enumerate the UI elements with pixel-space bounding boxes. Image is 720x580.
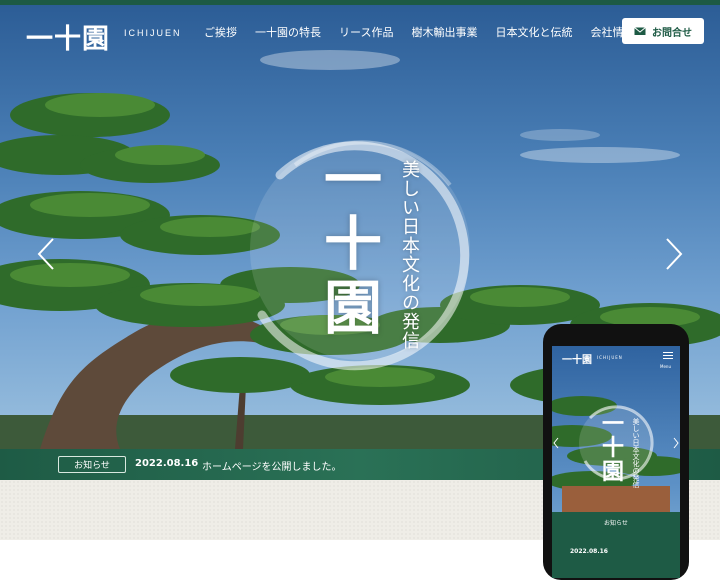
phone-menu-label[interactable]: Menu bbox=[660, 364, 671, 369]
phone-screen: 一十園 ICHIJUEN Menu 一 十 園 美しい日本文化の発信 お知らせ … bbox=[552, 346, 680, 578]
site-header: 一十園 ICHIJUEN ご挨拶 一十園の特長 リース作品 樹木輸出事業 日本文… bbox=[0, 5, 720, 59]
phone-hero-tagline: 美しい日本文化の発信 bbox=[632, 418, 640, 488]
hero-tagline: 美しい日本文化の発信 bbox=[399, 160, 420, 350]
contact-button-label: お問合せ bbox=[652, 27, 692, 39]
phone-logo[interactable]: 一十園 bbox=[562, 351, 592, 366]
phone-news-date: 2022.08.16 bbox=[570, 548, 608, 555]
mail-icon bbox=[634, 27, 646, 35]
hamburger-menu-icon[interactable] bbox=[663, 352, 673, 360]
phone-logo-roman: ICHIJUEN bbox=[597, 355, 623, 360]
nav-item-greeting[interactable]: ご挨拶 bbox=[204, 24, 237, 40]
next-slide-arrow-icon[interactable] bbox=[664, 237, 684, 271]
news-badge[interactable]: お知らせ bbox=[58, 456, 126, 473]
phone-hero-title: 一 十 園 bbox=[598, 412, 628, 484]
nav-item-tree-export[interactable]: 樹木輸出事業 bbox=[411, 24, 477, 40]
hero-title-text: 一 十 園 bbox=[323, 146, 382, 342]
phone-hero-title-text: 一 十 園 bbox=[601, 411, 624, 485]
site-logo-roman: ICHIJUEN bbox=[124, 28, 182, 38]
prev-slide-arrow-icon[interactable] bbox=[36, 237, 56, 271]
hero-logo-title: 一 十 園 bbox=[318, 148, 388, 340]
nav-item-lease-works[interactable]: リース作品 bbox=[339, 24, 393, 40]
phone-news-label[interactable]: お知らせ bbox=[552, 518, 680, 527]
site-logo[interactable]: 一十園 bbox=[26, 17, 110, 56]
smartphone-mockup: 一十園 ICHIJUEN Menu 一 十 園 美しい日本文化の発信 お知らせ … bbox=[543, 324, 689, 580]
main-nav: ご挨拶 一十園の特長 リース作品 樹木輸出事業 日本文化と伝統 会社情報 bbox=[204, 24, 652, 40]
news-date: 2022.08.16 bbox=[135, 458, 199, 469]
nav-item-japanese-culture[interactable]: 日本文化と伝統 bbox=[495, 24, 572, 40]
nav-item-features[interactable]: 一十園の特長 bbox=[255, 24, 321, 40]
contact-button[interactable]: お問合せ bbox=[622, 18, 704, 44]
news-headline[interactable]: ホームページを公開しました。 bbox=[202, 458, 342, 473]
